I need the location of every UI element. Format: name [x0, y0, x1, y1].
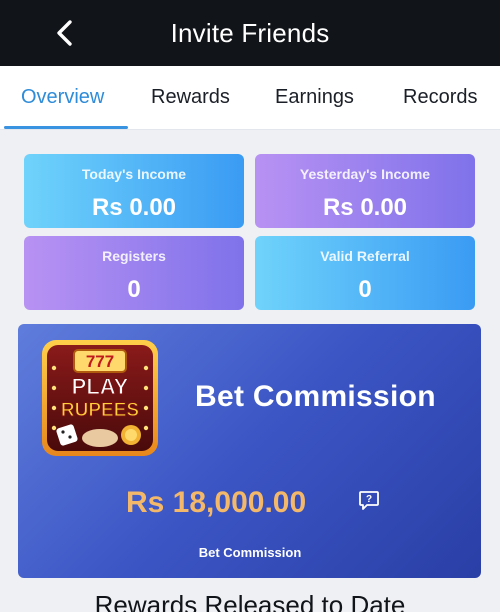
valid-referral-card: Valid Referral 0 — [255, 236, 475, 310]
today-income-label: Today's Income — [81, 166, 187, 182]
tab-earnings[interactable]: Earnings — [275, 86, 354, 109]
yesterday-income-label: Yesterday's Income — [299, 166, 431, 182]
logo-reels-text: 777 — [86, 352, 114, 371]
logo-play-text: PLAY — [72, 374, 129, 399]
play-rupees-logo: 777 PLAY RUPEES — [42, 340, 158, 456]
top-bar: Invite Friends — [0, 0, 500, 66]
registers-card: Registers 0 — [24, 236, 244, 310]
tab-rewards[interactable]: Rewards — [151, 86, 230, 109]
tab-records[interactable]: Records — [403, 86, 477, 109]
registers-label: Registers — [102, 248, 166, 264]
tab-bar: Overview Rewards Earnings Records — [0, 66, 500, 130]
tab-overview[interactable]: Overview — [21, 86, 104, 109]
logo-rupees-text: RUPEES — [61, 400, 139, 421]
bet-commission-caption: Bet Commission — [198, 545, 302, 560]
chevron-left-icon — [57, 20, 72, 46]
bet-commission-title: Bet Commission — [195, 380, 436, 413]
svg-text:?: ? — [366, 494, 372, 505]
registers-value: 0 — [127, 276, 141, 303]
valid-referral-label: Valid Referral — [320, 248, 410, 264]
valid-referral-value: 0 — [358, 276, 372, 303]
page-title: Invite Friends — [170, 17, 330, 48]
rewards-released-heading: Rewards Released to Date — [94, 590, 406, 612]
today-income-value: Rs 0.00 — [91, 194, 177, 221]
today-income-card: Today's Income Rs 0.00 — [24, 154, 244, 228]
yesterday-income-card: Yesterday's Income Rs 0.00 — [255, 154, 475, 228]
bet-commission-amount: Rs 18,000.00 — [126, 486, 307, 519]
back-button[interactable] — [44, 14, 84, 52]
help-icon[interactable]: ? — [357, 488, 381, 512]
yesterday-income-value: Rs 0.00 — [322, 194, 408, 221]
active-tab-indicator — [4, 126, 128, 129]
